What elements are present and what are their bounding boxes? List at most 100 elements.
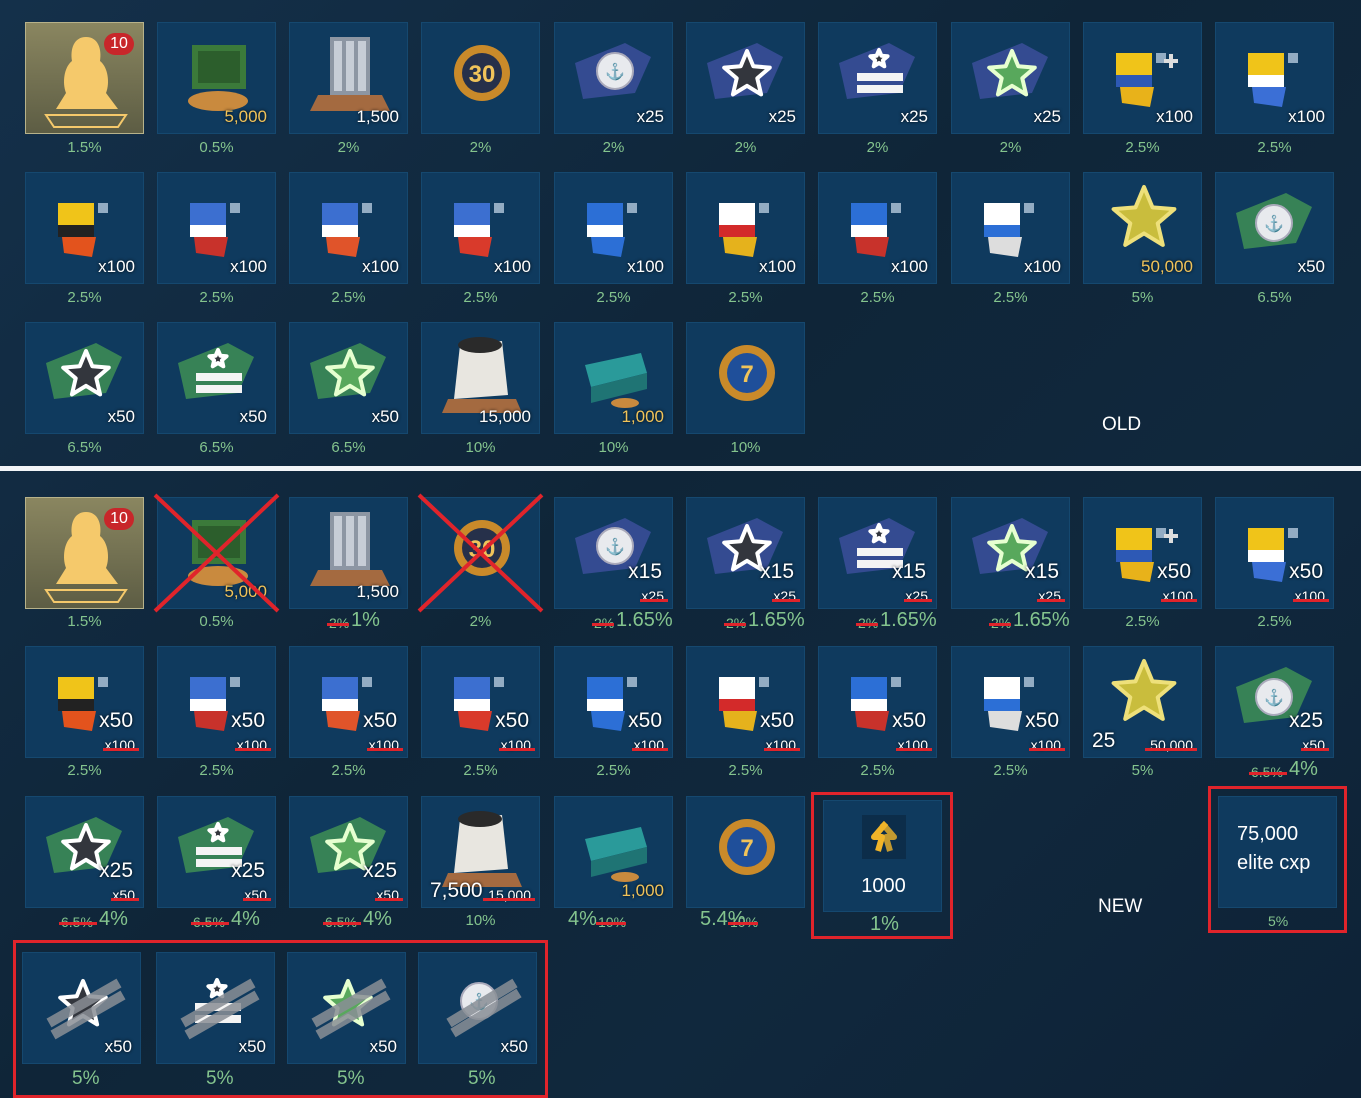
drop-chance: 2%	[999, 139, 1022, 156]
svg-text:7: 7	[740, 361, 753, 388]
reward-cell[interactable]: x100 x50	[951, 646, 1070, 758]
reward-cell[interactable]: x100 x50	[686, 646, 805, 758]
reward-cell[interactable]: 1,000	[554, 322, 673, 434]
reward-cell[interactable]: x100	[157, 172, 276, 284]
reward-cell[interactable]: x50 x25	[289, 796, 408, 908]
reward-cell[interactable]: x25 x15	[951, 497, 1070, 609]
reward-cell[interactable]: 50,000 25	[1083, 646, 1202, 758]
quantity-label: x25	[900, 107, 928, 126]
strikethrough-line	[1301, 748, 1329, 751]
reward-cell[interactable]: x50	[289, 322, 408, 434]
reward-cell[interactable]: x100	[421, 172, 540, 284]
elite-cxp-amount: 75,000	[1237, 823, 1299, 845]
drop-chance: 0.5%	[199, 139, 234, 156]
reward-cell[interactable]: ⚓x50	[418, 952, 537, 1064]
reward-cell[interactable]: x25 x15	[686, 497, 805, 609]
reward-cell[interactable]: x50	[22, 952, 141, 1064]
drop-chance: 0.5%	[199, 613, 234, 630]
reward-cell[interactable]: 1,500	[289, 497, 408, 609]
new-drop-chance: 4%	[1289, 758, 1318, 780]
reward-cell[interactable]: 15,000 7,500	[421, 796, 540, 908]
reward-cell[interactable]: x100	[25, 172, 144, 284]
svg-text:⚓: ⚓	[1264, 214, 1284, 233]
reward-cell[interactable]: x25	[951, 22, 1070, 134]
reward-cell[interactable]: 1,500	[289, 22, 408, 134]
reward-cell[interactable]: x25 x15	[818, 497, 937, 609]
reward-cell[interactable]: x50	[25, 322, 144, 434]
reward-cell[interactable]: x100 x50	[1083, 497, 1202, 609]
reward-cell[interactable]: ⚓ x50	[1215, 172, 1334, 284]
drop-chance: 2.5%	[596, 762, 631, 779]
reward-cell[interactable]: x50	[157, 322, 276, 434]
quantity-label: x25	[636, 107, 664, 126]
reward-cell[interactable]: x100 x50	[1215, 497, 1334, 609]
strikethrough-line	[1145, 748, 1197, 751]
reward-cell[interactable]: x25	[818, 22, 937, 134]
reward-cell[interactable]: x50 x25	[25, 796, 144, 908]
new-quantity-label: x50	[760, 709, 794, 732]
drop-chance: 2.5%	[1257, 139, 1292, 156]
reward-cell[interactable]: x100	[951, 172, 1070, 284]
quantity-label: x100	[1156, 107, 1193, 126]
reward-cell[interactable]: x100	[554, 172, 673, 284]
reward-cell[interactable]: ⚓ x50 x25	[1215, 646, 1334, 758]
quantity-label: x50	[1297, 257, 1325, 276]
drop-chance: 2.5%	[67, 762, 102, 779]
reward-cell[interactable]: ⚓ x25 x15	[554, 497, 673, 609]
reward-cell[interactable]: 10	[25, 497, 144, 609]
reward-cell[interactable]: x100 x50	[157, 646, 276, 758]
reward-cell[interactable]: x100 x50	[421, 646, 540, 758]
reward-cell[interactable]: 5,000	[157, 22, 276, 134]
new-drop-chance: 1%	[351, 609, 380, 631]
new-drop-chance: 5.4%	[700, 908, 746, 930]
reward-cell[interactable]: x50	[287, 952, 406, 1064]
strikethrough-line	[896, 748, 932, 751]
quantity-label: x100	[891, 257, 928, 276]
reward-cell[interactable]: x25	[686, 22, 805, 134]
drop-chance: 2%	[469, 613, 492, 630]
reward-cell[interactable]: 7	[686, 322, 805, 434]
strikethrough-line	[904, 599, 932, 602]
quantity-label: x100	[1288, 107, 1325, 126]
reward-cell[interactable]: 30	[421, 22, 540, 134]
strikethrough-line	[1293, 599, 1329, 602]
reward-cell[interactable]: x100	[1083, 22, 1202, 134]
drop-chance: 2.5%	[463, 762, 498, 779]
drop-chance: 5%	[206, 1068, 234, 1089]
reward-cell[interactable]: x50	[156, 952, 275, 1064]
new-drop-chance: 4%	[231, 908, 260, 930]
reward-cell[interactable]: x100 x50	[554, 646, 673, 758]
new-quantity-label: x15	[1025, 560, 1059, 583]
container-7-icon: 7	[687, 323, 806, 435]
reward-cell[interactable]: x100	[818, 172, 937, 284]
strikethrough-line	[367, 748, 403, 751]
reward-cell[interactable]: 1,000	[554, 796, 673, 908]
quantity-label: x100	[1024, 257, 1061, 276]
quantity-label: x100	[362, 257, 399, 276]
quantity-label: 1,000	[621, 407, 664, 426]
reward-cell[interactable]: 10	[25, 22, 144, 134]
strikethrough-line	[59, 922, 97, 925]
drop-chance: 6.5%	[1257, 289, 1292, 306]
reward-cell-new-tokens[interactable]: 1000	[823, 800, 942, 912]
reward-cell[interactable]: ⚓ x25	[554, 22, 673, 134]
drop-chance: 2.5%	[1125, 139, 1160, 156]
reward-cell[interactable]: x100 x50	[289, 646, 408, 758]
strikethrough-line	[724, 623, 746, 626]
reward-cell-elite-cxp[interactable]: 75,000 elite cxp	[1218, 796, 1337, 908]
reward-cell[interactable]: 15,000	[421, 322, 540, 434]
quantity-label: x25	[768, 107, 796, 126]
reward-cell[interactable]: 7	[686, 796, 805, 908]
level-badge: 10	[104, 508, 134, 530]
drop-chance: 2.5%	[1257, 613, 1292, 630]
quantity-label: x50	[238, 1037, 266, 1056]
reward-cell[interactable]: x50 x25	[157, 796, 276, 908]
reward-cell[interactable]: x100	[289, 172, 408, 284]
reward-cell[interactable]: x100 x50	[818, 646, 937, 758]
reward-cell[interactable]: x100 x50	[25, 646, 144, 758]
reward-cell[interactable]: x100	[686, 172, 805, 284]
reward-cell[interactable]: x100	[1215, 22, 1334, 134]
drop-chance: 2%	[602, 139, 625, 156]
reward-cell[interactable]: 50,000	[1083, 172, 1202, 284]
drop-chance: 2.5%	[199, 762, 234, 779]
